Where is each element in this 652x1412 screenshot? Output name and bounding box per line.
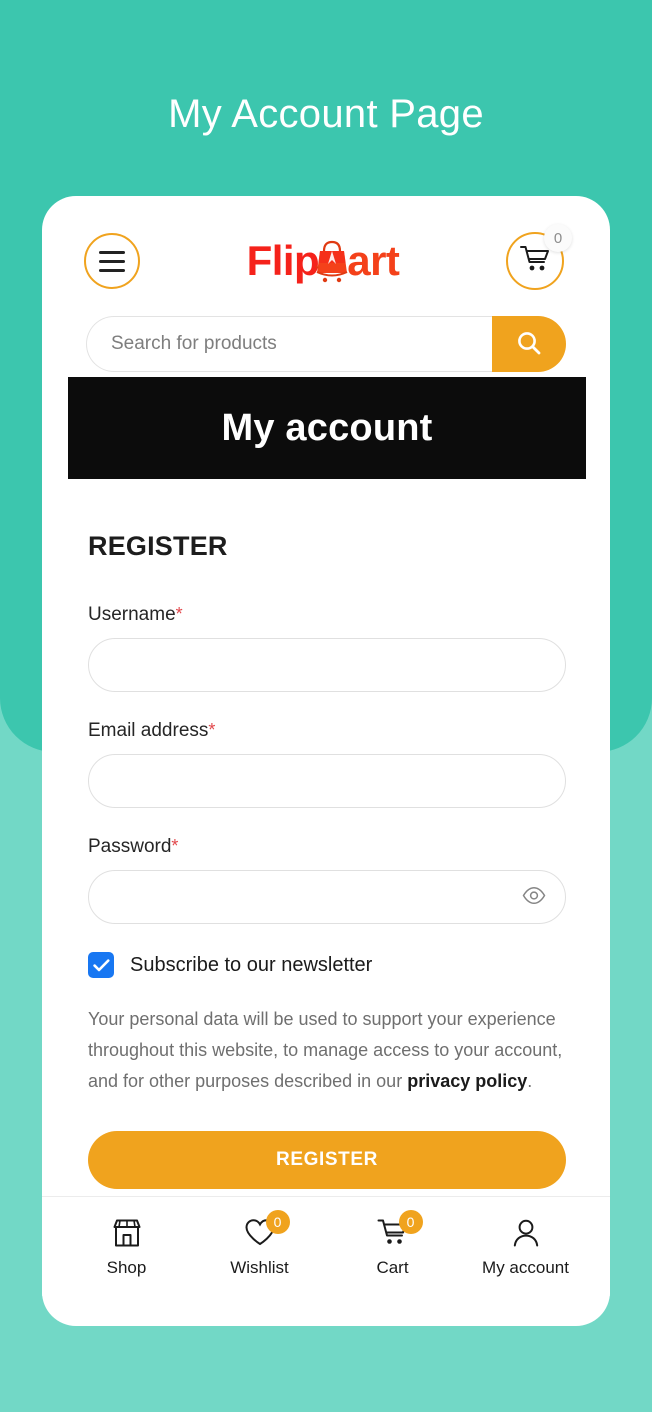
checkmark-icon [92, 958, 109, 971]
field-label-text: Username [88, 604, 176, 625]
form-heading: REGISTER [88, 531, 228, 561]
cart-badge: 0 [398, 1209, 423, 1234]
nav-item-cart[interactable]: 0 Cart [338, 1209, 448, 1278]
page-banner-title: My account [221, 406, 433, 449]
search-icon [516, 330, 542, 359]
required-marker: * [171, 836, 179, 856]
field-label-username: Username* [88, 604, 566, 626]
app-header: Flip art 0 [42, 222, 610, 300]
email-input[interactable] [88, 754, 566, 808]
search-input[interactable] [86, 316, 492, 372]
page-banner: My account [68, 377, 586, 479]
nav-item-shop[interactable]: Shop [72, 1216, 182, 1278]
required-marker: * [208, 720, 216, 740]
nav-item-wishlist[interactable]: 0 Wishlist [205, 1209, 315, 1278]
wishlist-badge: 0 [265, 1209, 290, 1234]
nav-label-shop: Shop [106, 1257, 147, 1277]
password-visibility-toggle-button[interactable] [522, 886, 546, 908]
required-marker: * [175, 604, 183, 624]
shopping-cart-icon [519, 245, 550, 278]
privacy-notice: Your personal data will be used to suppo… [88, 1004, 566, 1097]
shopping-bag-icon [315, 238, 349, 284]
field-username: Username* [88, 604, 566, 692]
user-icon [511, 1216, 541, 1250]
field-label-text: Password [88, 836, 172, 857]
nav-label-cart: Cart [376, 1257, 409, 1277]
hamburger-menu-icon-bar [99, 268, 125, 272]
field-password: Password* [88, 836, 566, 924]
logo-text-primary: Flip [246, 237, 320, 284]
newsletter-checkbox[interactable] [88, 952, 114, 978]
heart-icon: 0 [244, 1209, 290, 1250]
search-button[interactable] [492, 316, 566, 372]
nav-label-wishlist: Wishlist [230, 1257, 289, 1277]
hamburger-menu-icon-bar [99, 259, 125, 263]
eye-icon [522, 886, 546, 908]
site-logo[interactable]: Flip art [247, 238, 400, 284]
header-cart-button[interactable]: 0 [505, 224, 572, 290]
search-bar [86, 316, 566, 372]
nav-item-my-account[interactable]: My account [471, 1216, 581, 1278]
hamburger-menu-icon-bar [99, 250, 125, 254]
privacy-notice-text-end: . [527, 1070, 533, 1091]
hamburger-menu-button[interactable] [84, 233, 140, 289]
storefront-icon [111, 1216, 143, 1250]
newsletter-checkbox-label: Subscribe to our newsletter [130, 953, 373, 976]
phone-mockup-card: Flip art 0 Search for products My accoun… [42, 196, 610, 1326]
field-email: Email address* [88, 720, 566, 808]
nav-label-my-account: My account [482, 1257, 569, 1277]
field-label-email: Email address* [88, 720, 566, 742]
page-title: My Account Page [168, 92, 484, 136]
register-submit-button[interactable]: REGISTER [88, 1130, 566, 1189]
header-cart-badge: 0 [543, 224, 572, 252]
newsletter-checkbox-row[interactable]: Subscribe to our newsletter [88, 952, 566, 978]
field-label-password: Password* [88, 836, 566, 858]
shopping-cart-icon: 0 [377, 1209, 423, 1250]
field-label-text: Email address [88, 720, 209, 741]
privacy-policy-link[interactable]: privacy policy [407, 1071, 527, 1091]
bottom-navigation-bar: Shop 0 Wishlist 0 Cart My account [42, 1196, 610, 1296]
logo-text-secondary: art [347, 237, 400, 284]
password-input[interactable] [88, 870, 566, 924]
username-input[interactable] [88, 638, 566, 692]
register-form: REGISTER Username* Email address* Passwo… [88, 531, 566, 1189]
